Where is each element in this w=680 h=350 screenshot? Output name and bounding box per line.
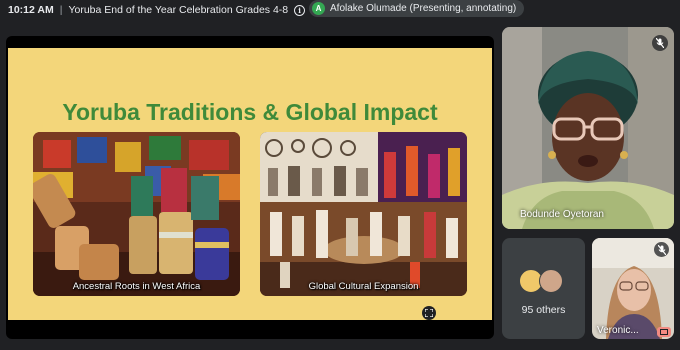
expand-icon[interactable] [422,306,436,320]
annotate-icon[interactable] [657,327,671,337]
slide: Yoruba Traditions & Global Impact Ancest… [8,48,492,320]
right-image-caption: Global Cultural Expansion [308,281,419,292]
ancestral-roots-image: Ancestral Roots in West Africa [33,132,240,296]
info-icon[interactable]: i [294,4,306,16]
slide-title: Yoruba Traditions & Global Impact [62,99,438,125]
others-count: 95 others [521,304,566,316]
participant-name-small: Veronic... [597,325,639,336]
presenter-avatar: A [312,2,325,15]
participant-name-main-text: Bodunde Oyetoran [520,209,604,220]
participant-name-main: Bodunde Oyetoran [520,209,604,220]
participant-video-main [502,27,674,229]
left-image-caption: Ancestral Roots in West Africa [72,281,201,292]
mic-off-icon [652,35,668,51]
mic-off-icon [654,242,669,257]
clock-time: 10:12 AM [8,4,54,16]
meet-window: 10:12 AM | Yoruba End of the Year Celebr… [0,0,680,350]
participant-tile-small[interactable]: Veronic... [592,238,674,339]
avatar [539,269,563,293]
presentation-stage[interactable]: Yoruba Traditions & Global Impact Ancest… [6,36,494,339]
global-expansion-image: Global Cultural Expansion [260,132,467,296]
meeting-title: Yoruba End of the Year Celebration Grade… [68,4,289,16]
participant-tile-main[interactable]: Bodunde Oyetoran [502,27,674,229]
others-tile[interactable]: 95 others [502,238,585,339]
presenter-chip[interactable]: A Afolake Olumade (Presenting, annotatin… [309,0,525,17]
title-separator: | [59,4,63,16]
presenter-status: Afolake Olumade (Presenting, annotating) [330,3,517,14]
others-avatars [519,269,571,293]
